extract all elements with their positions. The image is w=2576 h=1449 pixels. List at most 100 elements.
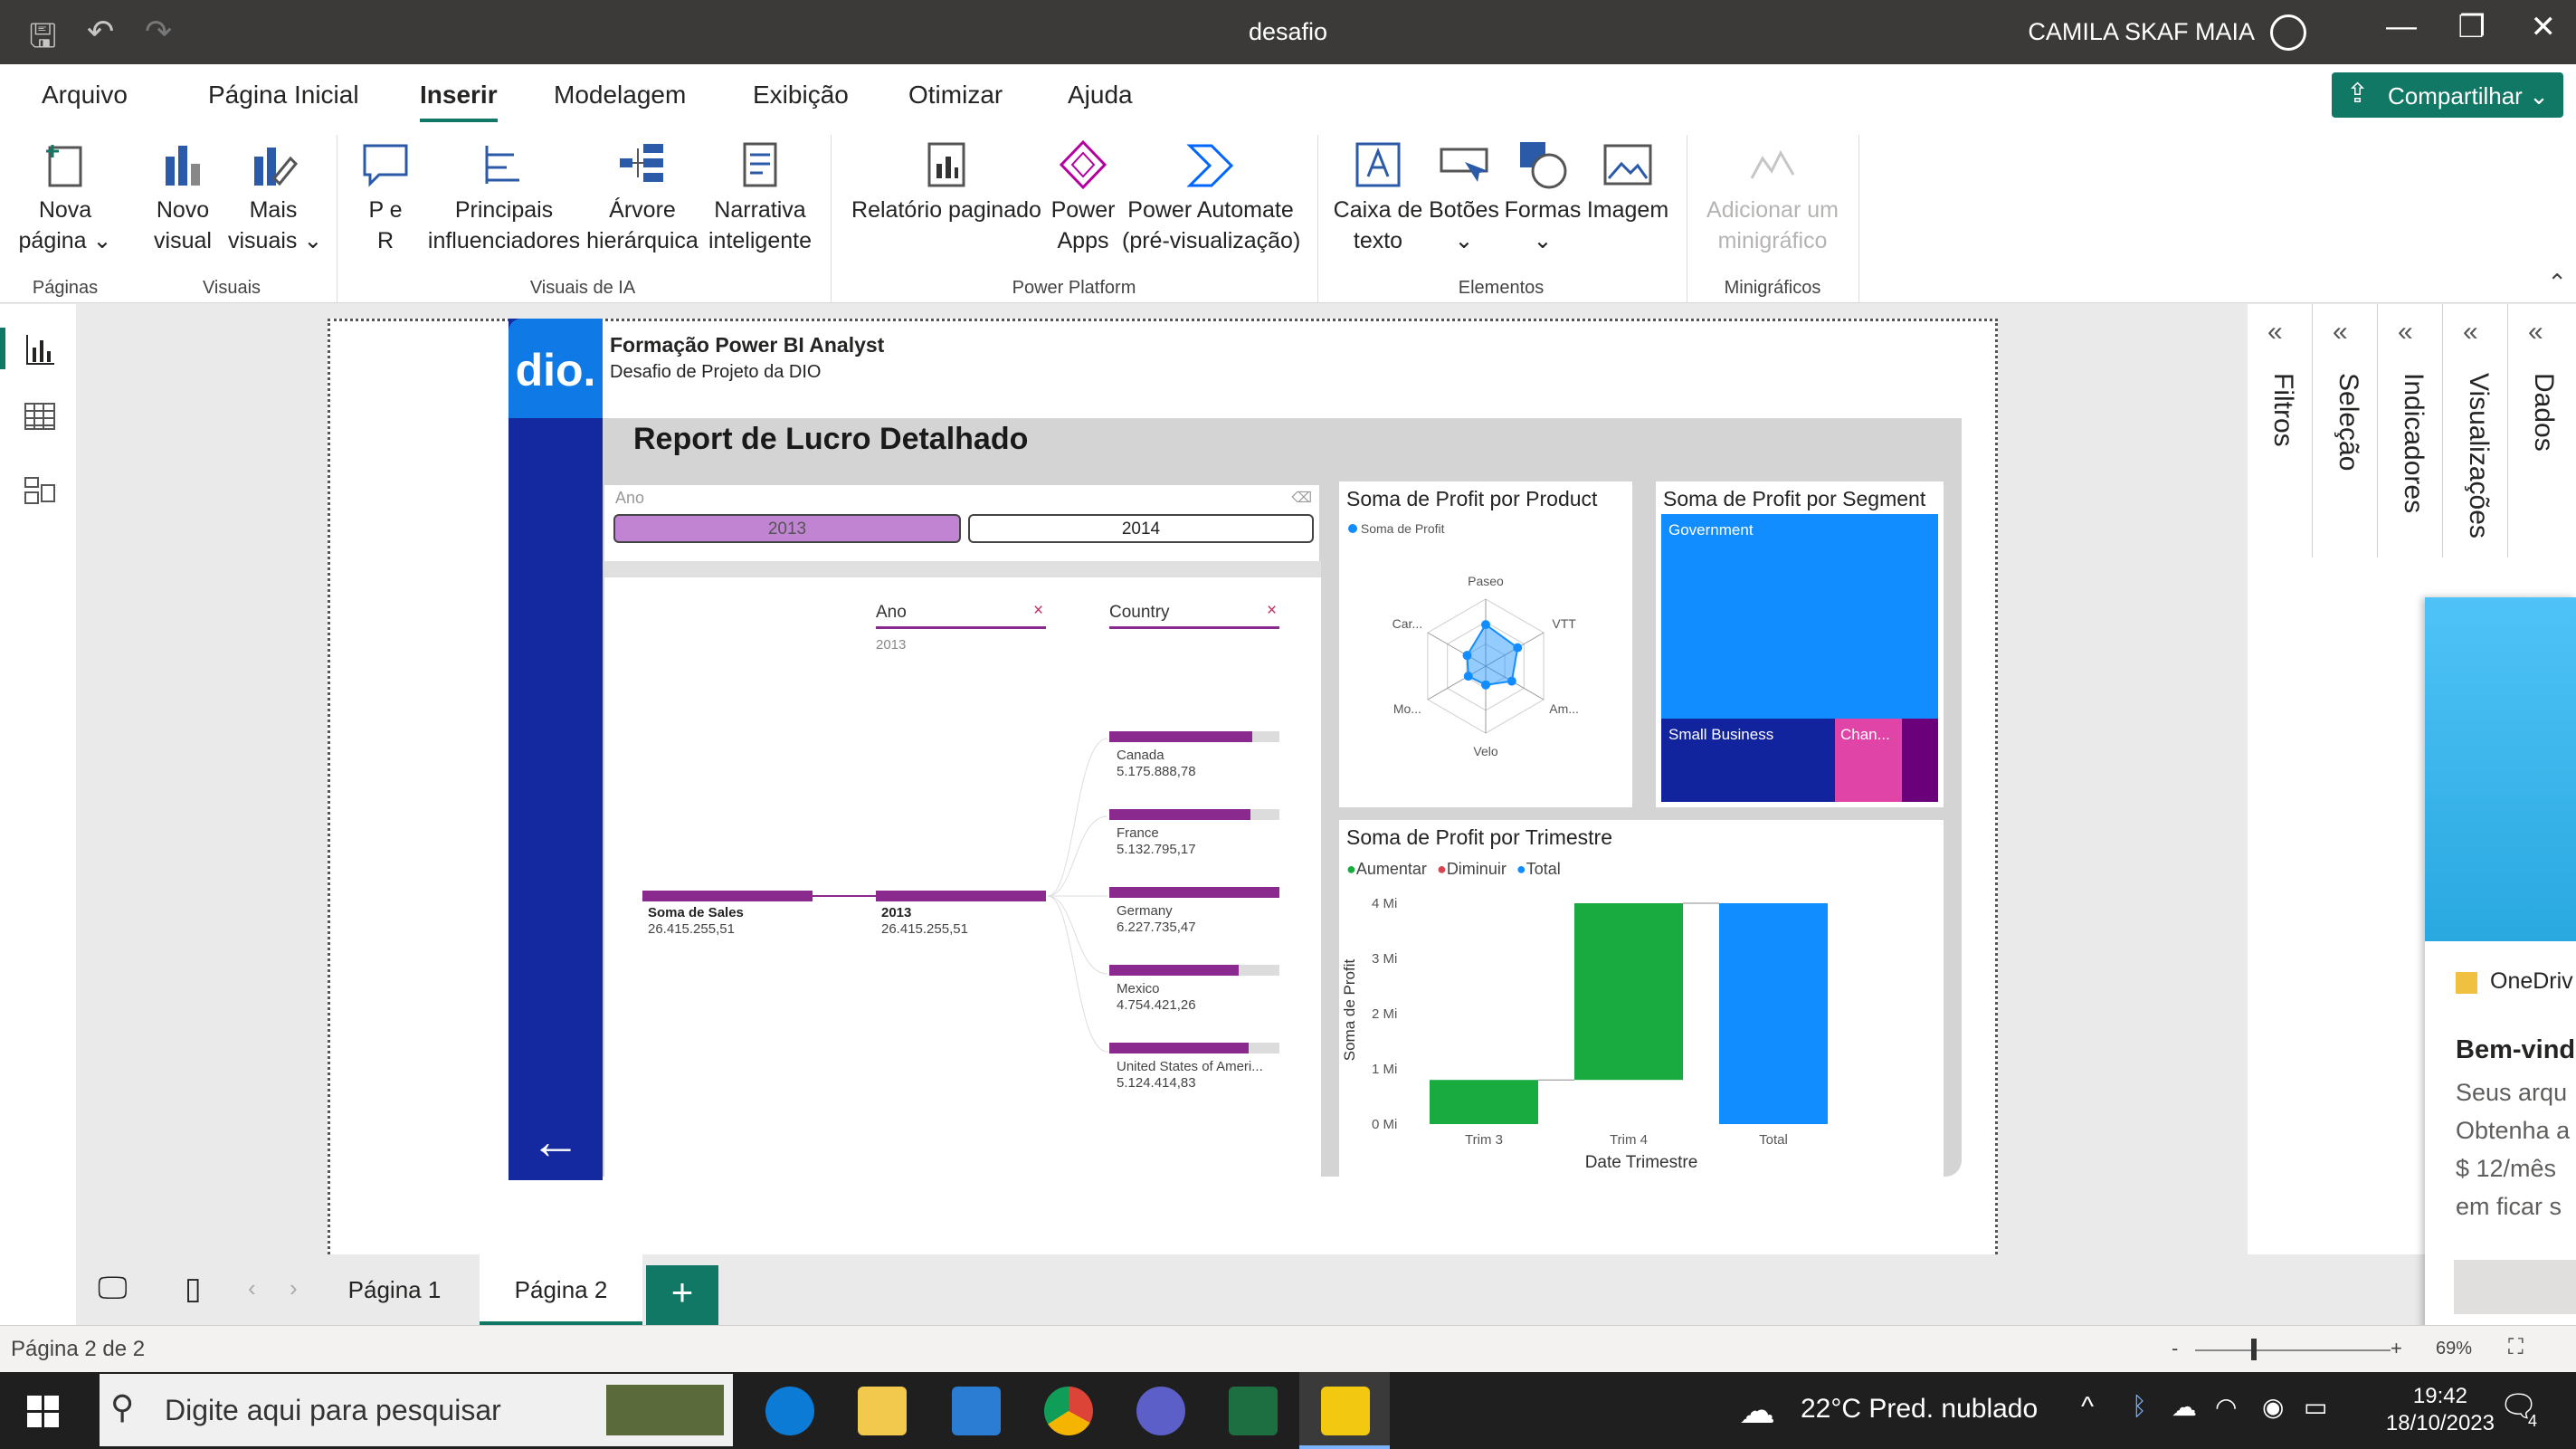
prev-page-icon[interactable]: ‹ (248, 1274, 256, 1302)
pane-selecao[interactable]: «Seleção (2313, 304, 2378, 558)
desktop-layout-icon[interactable]: 🖵 (98, 1271, 128, 1306)
add-page-button[interactable]: + (646, 1265, 718, 1325)
back-arrow-icon[interactable]: ← (530, 1111, 581, 1170)
decomp-root-bar[interactable] (642, 891, 813, 901)
sparkline-icon (1750, 149, 1795, 179)
treemap-tile-government[interactable]: Government (1661, 514, 1938, 719)
restore-icon[interactable]: ❐ (2458, 9, 2486, 45)
pe-r-button[interactable]: P e R (349, 138, 422, 256)
decomp-country-bar[interactable] (1109, 809, 1251, 820)
caixa-de-texto-button[interactable]: Caixa de texto (1332, 138, 1424, 256)
excel-icon[interactable] (1229, 1387, 1278, 1435)
slicer-option-2014[interactable]: 2014 (968, 514, 1314, 543)
mais-visuais-button[interactable]: Mais visuais ⌄ (228, 138, 322, 256)
slicer-option-2013[interactable]: 2013 (613, 514, 961, 543)
table-view-icon[interactable] (22, 398, 58, 434)
treemap-tile-channel[interactable]: Chan... (1835, 719, 1902, 802)
y-tick-label: 1 Mi (1372, 1062, 1397, 1077)
model-view-icon[interactable] (22, 472, 58, 509)
report-view-icon[interactable] (22, 331, 58, 367)
relatorio-paginado-button[interactable]: Relatório paginado (849, 138, 1044, 225)
next-page-icon[interactable]: › (290, 1274, 298, 1302)
mobile-layout-icon[interactable]: ▯ (185, 1271, 202, 1307)
power-automate-button[interactable]: Power Automate (pré-visualização) (1122, 138, 1300, 256)
botoes-button[interactable]: Botões ⌄ (1428, 138, 1500, 256)
decomp-country-bar[interactable] (1109, 887, 1279, 898)
novo-visual-button[interactable]: Novo visual (145, 138, 221, 256)
pane-filtros[interactable]: «Filtros (2248, 304, 2313, 558)
onedrive-notification[interactable]: OneDriv Bem-vind Seus arqu Obtenha a $ 12/… (2425, 597, 2576, 1330)
arvore-hierarquica-button[interactable]: Árvore hierárquica (585, 138, 700, 256)
pane-dados[interactable]: «Dados (2508, 304, 2573, 558)
file-explorer-icon[interactable] (858, 1387, 907, 1435)
decomp-country-bar[interactable] (1109, 965, 1239, 976)
chevron-left-icon[interactable]: « (2398, 317, 2413, 348)
treemap-tile-other[interactable] (1902, 719, 1938, 802)
share-button[interactable]: ⇪ Compartilhar ⌄ (2332, 72, 2563, 118)
decomp-level1-bar[interactable] (876, 891, 1046, 901)
bluetooth-icon[interactable]: ᛒ (2132, 1392, 2147, 1421)
radar-axis-label: Paseo (1468, 574, 1504, 588)
battery-icon[interactable]: ▭ (2304, 1392, 2327, 1422)
fit-page-icon[interactable]: ⛶ (2508, 1335, 2524, 1360)
tab-arquivo[interactable]: Arquivo (42, 81, 128, 110)
chevron-left-icon[interactable]: « (2267, 317, 2283, 348)
decomposition-tree[interactable]: Ano × 2013 Country × Soma de Sales 26.415… (604, 561, 1321, 1180)
powerbi-taskbar-item[interactable] (1299, 1372, 1390, 1449)
camera-icon[interactable]: ◉ (2262, 1392, 2284, 1422)
windows-start-icon[interactable] (27, 1396, 60, 1428)
power-apps-button[interactable]: Power Apps (1046, 138, 1120, 256)
chevron-left-icon[interactable]: « (2463, 317, 2478, 348)
nova-pagina-button[interactable]: Nova página ⌄ (13, 138, 118, 256)
weather-text[interactable]: 22°C Pred. nublado (1801, 1394, 2038, 1425)
y-tick-label: 3 Mi (1372, 951, 1397, 967)
pane-visualizacoes[interactable]: «Visualizações (2443, 304, 2508, 558)
treemap-chart[interactable]: Soma de Profit por Segment Government Sm… (1656, 481, 1944, 807)
chevron-left-icon[interactable]: « (2528, 317, 2543, 348)
decomp-country-bar[interactable] (1109, 731, 1252, 742)
chevron-up-icon[interactable]: ^ (2081, 1392, 2094, 1423)
group-label: Minigráficos (1724, 278, 1821, 298)
chevron-left-icon[interactable]: « (2333, 317, 2348, 348)
tab-pagina-1[interactable]: Página 1 (318, 1254, 471, 1325)
tab-modelagem[interactable]: Modelagem (554, 81, 686, 110)
chrome-icon[interactable] (1044, 1387, 1093, 1435)
principais-influenciadores-button[interactable]: Principais influenciadores (427, 138, 581, 256)
chevron-down-icon: ⌄ (2529, 82, 2549, 110)
cloud-icon[interactable]: ☁ (2172, 1392, 2197, 1422)
user-name[interactable]: CAMILA SKAF MAIA (2028, 18, 2255, 46)
zoom-slider[interactable] (2195, 1349, 2391, 1351)
edge-icon[interactable] (765, 1387, 814, 1435)
tab-inserir[interactable]: Inserir (420, 81, 498, 122)
pane-indicadores[interactable]: «Indicadores (2378, 304, 2443, 558)
tab-pagina-2[interactable]: Página 2 (480, 1254, 642, 1325)
taskbar-clock[interactable]: 19:42 18/10/2023 (2386, 1383, 2495, 1437)
decomp-country-bar[interactable] (1109, 1043, 1250, 1053)
taskbar-search-input[interactable]: ⚲ Digite aqui para pesquisar (100, 1374, 733, 1446)
wifi-icon[interactable]: ◠ (2215, 1392, 2237, 1422)
avatar[interactable] (2270, 14, 2306, 51)
tab-otimizar[interactable]: Otimizar (908, 81, 1003, 110)
treemap-tile-small-business[interactable]: Small Business (1661, 719, 1835, 802)
close-icon[interactable]: ✕ (2531, 9, 2557, 45)
waterfall-chart[interactable]: Soma de Profit por Trimestre ●Aumentar ●… (1339, 820, 1944, 1178)
tab-ajuda[interactable]: Ajuda (1068, 81, 1133, 110)
zoom-slider-thumb[interactable] (2251, 1339, 2257, 1360)
mail-icon[interactable] (952, 1387, 1001, 1435)
year-slicer[interactable]: Ano ⌫ 2013 2014 (604, 485, 1319, 561)
eraser-icon[interactable]: ⌫ (1291, 489, 1312, 507)
qna-icon (363, 144, 408, 187)
narrativa-inteligente-button[interactable]: Narrativa inteligente (704, 138, 816, 256)
imagem-button[interactable]: Imagem (1585, 138, 1670, 225)
adicionar-minigrafico-button[interactable]: Adicionar um minigráfico (1701, 138, 1844, 256)
zoom-minus-icon[interactable]: - (2172, 1337, 2178, 1360)
minimize-icon[interactable]: — (2386, 9, 2417, 44)
chat-icon[interactable] (1136, 1387, 1185, 1435)
formas-button[interactable]: Formas ⌄ (1504, 138, 1582, 256)
collapse-ribbon-icon[interactable]: ⌃ (2547, 269, 2567, 297)
onedrive-action-button[interactable] (2454, 1260, 2576, 1314)
tab-pagina-inicial[interactable]: Página Inicial (208, 81, 359, 110)
tab-exibicao[interactable]: Exibição (753, 81, 849, 110)
zoom-plus-icon[interactable]: + (2391, 1337, 2402, 1360)
radar-chart[interactable]: Soma de Profit por Product Soma de Profi… (1339, 481, 1632, 807)
